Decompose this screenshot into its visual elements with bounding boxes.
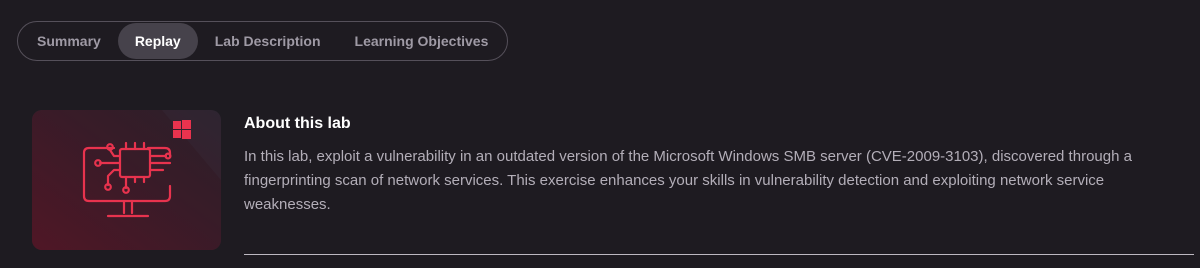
about-title: About this lab (244, 115, 351, 132)
tab-learning-objectives[interactable]: Learning Objectives (338, 23, 506, 59)
about-section: About this lab In this lab, exploit a vu… (244, 115, 1184, 217)
tab-lab-description[interactable]: Lab Description (198, 23, 338, 59)
divider (244, 254, 1194, 255)
tab-bar: Summary Replay Lab Description Learning … (17, 21, 509, 61)
about-description: In this lab, exploit a vulnerability in … (244, 148, 1132, 213)
lab-thumbnail (32, 110, 221, 250)
tab-summary[interactable]: Summary (20, 23, 118, 59)
tab-replay[interactable]: Replay (117, 23, 198, 59)
